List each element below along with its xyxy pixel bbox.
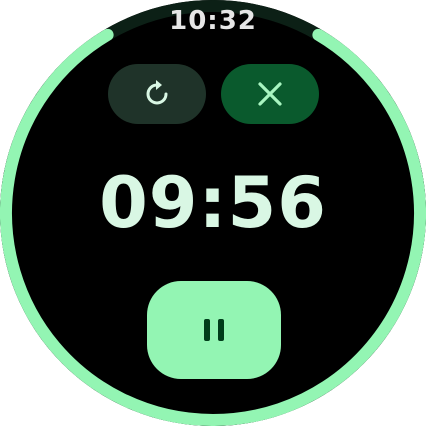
pause-button[interactable]	[147, 281, 281, 379]
pause-bar-left	[204, 319, 210, 341]
cancel-button[interactable]	[221, 64, 319, 124]
watch-screen: 10:32 09:56	[0, 0, 426, 426]
timer-display: 09:56	[99, 162, 327, 244]
reset-button[interactable]	[108, 64, 206, 124]
status-time: 10:32	[169, 6, 257, 36]
pause-icon	[204, 319, 224, 341]
reset-icon	[140, 77, 174, 111]
close-icon	[255, 79, 285, 109]
pause-bar-right	[218, 319, 224, 341]
